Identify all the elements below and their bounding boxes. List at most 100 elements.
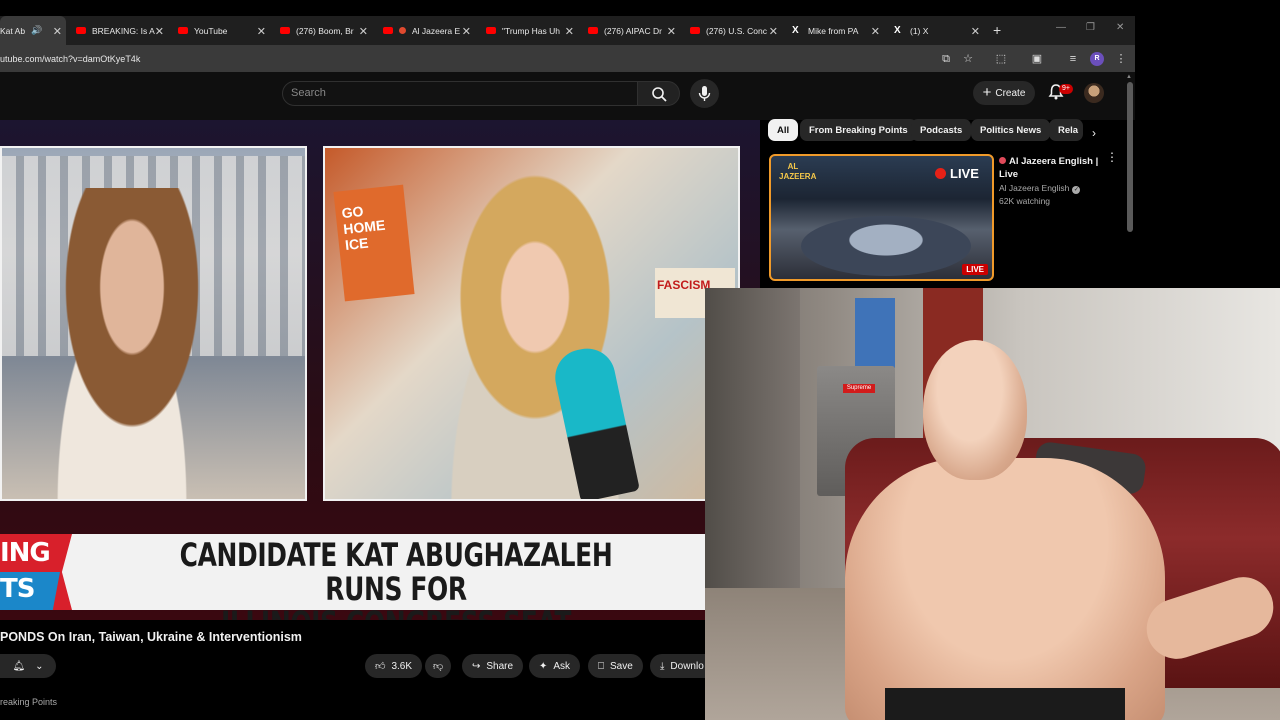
extensions-icon[interactable]: ⬚: [994, 52, 1008, 66]
subscription-bell-button[interactable]: 🔔︎ ⌄: [0, 654, 56, 678]
close-tab-icon[interactable]: ✕: [462, 25, 471, 38]
youtube-icon: [588, 27, 598, 34]
tab-title: (276) AIPAC Dr: [604, 25, 662, 36]
minimize-icon[interactable]: —: [1056, 22, 1066, 33]
search-button[interactable]: [637, 81, 680, 106]
browser-tab[interactable]: BREAKING: Is A ✕: [76, 16, 168, 45]
close-tab-icon[interactable]: ✕: [257, 25, 266, 38]
address-bar: utube.com/watch?v=damOtKyeT4k ⧉ ☆ ⬚ ▣ ≡ …: [0, 45, 1135, 72]
speaker-icon[interactable]: 🔊: [31, 25, 42, 36]
youtube-icon: [690, 27, 700, 34]
recommendation-channel-name: Al Jazeera English: [999, 183, 1070, 193]
verified-check-icon: ✓: [1072, 186, 1081, 194]
browser-tab[interactable]: X Mike from PA ✕: [792, 16, 884, 45]
lower-third-blue-tag: TS: [0, 572, 60, 610]
recommendation-title[interactable]: Al Jazeera English | Live: [999, 155, 1099, 181]
chip-all[interactable]: All: [768, 119, 799, 141]
share-label: Share: [486, 660, 514, 672]
account-avatar[interactable]: [1084, 83, 1104, 103]
youtube-icon: [280, 27, 290, 34]
scroll-up-arrow-icon[interactable]: ▲: [1126, 74, 1132, 80]
new-tab-button[interactable]: +: [993, 22, 1001, 38]
youtube-icon: [178, 27, 188, 34]
notification-count-badge: 9+: [1059, 84, 1073, 94]
bookmark-icon: ⎕: [598, 660, 604, 672]
save-button[interactable]: ⎕ Save: [588, 654, 643, 678]
al-jazeera-logo: AL JAZEERA: [779, 162, 817, 181]
browser-tab[interactable]: (276) U.S. Conc ✕: [690, 16, 782, 45]
tab-title: (276) U.S. Conc: [706, 25, 767, 36]
live-indicator-icon: [999, 157, 1006, 164]
video-right-panel: GO HOME ICE FASCISM: [323, 146, 740, 501]
chip-podcasts[interactable]: Podcasts: [911, 119, 972, 141]
close-tab-icon[interactable]: ✕: [871, 25, 880, 38]
create-label: Create: [995, 87, 1026, 99]
close-tab-icon[interactable]: ✕: [155, 25, 164, 38]
ask-button[interactable]: ✦ Ask: [529, 654, 581, 678]
x-icon: X: [894, 24, 901, 36]
youtube-icon: [76, 27, 86, 34]
thumbs-down-icon: 👎︎: [433, 661, 444, 672]
close-tab-icon[interactable]: ✕: [565, 25, 574, 38]
close-tab-icon[interactable]: ✕: [359, 25, 368, 38]
tab-title: YouTube: [194, 25, 228, 36]
chevron-right-icon[interactable]: ›: [1092, 126, 1096, 140]
dislike-button[interactable]: 👎︎: [425, 654, 452, 678]
bookmark-star-icon[interactable]: ☆: [961, 52, 975, 66]
browser-tab[interactable]: Al Jazeera E ✕: [383, 16, 475, 45]
channel-name[interactable]: reaking Points: [0, 697, 57, 707]
go-home-ice-sign: GO HOME ICE: [333, 184, 415, 302]
browser-tab[interactable]: (276) AIPAC Dr ✕: [588, 16, 680, 45]
recommendation-channel[interactable]: Al Jazeera English ✓: [999, 183, 1081, 194]
voice-search-button[interactable]: [690, 79, 719, 108]
page-scrollbar[interactable]: [1127, 82, 1133, 232]
al-jazeera-icon: [399, 27, 406, 34]
restore-icon[interactable]: ❐: [1086, 22, 1095, 33]
headline-line: CANDIDATE KAT ABUGHAZALEH RUNS FOR: [179, 536, 613, 608]
x-icon: X: [792, 24, 799, 36]
host-figure: [22, 188, 222, 499]
video-title: PONDS On Iran, Taiwan, Ukraine & Interve…: [0, 630, 302, 644]
close-window-icon[interactable]: ✕: [1116, 22, 1124, 33]
browser-tab[interactable]: "Trump Has Uh ✕: [486, 16, 578, 45]
browser-menu-icon[interactable]: ⋮: [1114, 52, 1128, 66]
headline-line: ILLINOIS CONGRESS SEAT: [157, 606, 634, 620]
lower-third-banner: ING TS CANDIDATE KAT ABUGHAZALEH RUNS FO…: [0, 534, 760, 620]
tab-title: (276) Boom, Br: [296, 25, 354, 36]
close-tab-icon[interactable]: ✕: [971, 25, 980, 38]
create-button[interactable]: + Create: [973, 81, 1035, 105]
browser-tab[interactable]: X (1) X ✕: [894, 16, 984, 45]
close-tab-icon[interactable]: ✕: [769, 25, 778, 38]
install-app-icon[interactable]: ⧉: [939, 52, 953, 66]
browser-tab[interactable]: Kat Ab 🔊 ✕: [0, 16, 66, 45]
chevron-down-icon: ⌄: [35, 660, 44, 672]
chip-from-breaking-points[interactable]: From Breaking Points: [800, 119, 917, 141]
chip-politics-news[interactable]: Politics News: [971, 119, 1051, 141]
tab-title: Al Jazeera E: [412, 25, 461, 36]
live-overlay-text: LIVE: [950, 166, 979, 181]
headline-text: CANDIDATE KAT ABUGHAZALEH RUNS FOR ILLIN…: [157, 538, 634, 620]
recommendation-title-text: Al Jazeera English | Live: [999, 156, 1099, 180]
more-options-icon[interactable]: ⋮: [1106, 151, 1118, 163]
ask-label: Ask: [553, 660, 571, 672]
url-field[interactable]: utube.com/watch?v=damOtKyeT4k: [0, 54, 140, 64]
video-player[interactable]: GO HOME ICE FASCISM ING TS CANDIDATE KAT…: [0, 120, 760, 620]
browser-tab[interactable]: YouTube ✕: [178, 16, 270, 45]
side-panel-icon[interactable]: ▣: [1030, 52, 1044, 66]
youtube-icon: [486, 27, 496, 34]
browser-tab[interactable]: (276) Boom, Br ✕: [280, 16, 372, 45]
sparkle-icon: ✦: [539, 660, 548, 672]
chip-related[interactable]: Rela: [1049, 119, 1083, 141]
profile-avatar[interactable]: R: [1090, 52, 1104, 66]
microphone-icon: [698, 86, 711, 101]
close-tab-icon[interactable]: ✕: [667, 25, 676, 38]
like-button[interactable]: 👍︎ 3.6K: [365, 654, 423, 678]
download-button[interactable]: ⤓ Downlo: [650, 654, 705, 678]
search-input[interactable]: Search: [282, 81, 638, 106]
media-controls-icon[interactable]: ≡: [1066, 52, 1080, 66]
share-button[interactable]: ↪ Share: [462, 654, 524, 678]
search-icon: [652, 87, 667, 102]
webcam-overlay: Supreme: [705, 288, 1280, 720]
close-tab-icon[interactable]: ✕: [53, 25, 62, 38]
recommendation-thumbnail[interactable]: AL JAZEERA LIVE LIVE: [769, 154, 994, 281]
